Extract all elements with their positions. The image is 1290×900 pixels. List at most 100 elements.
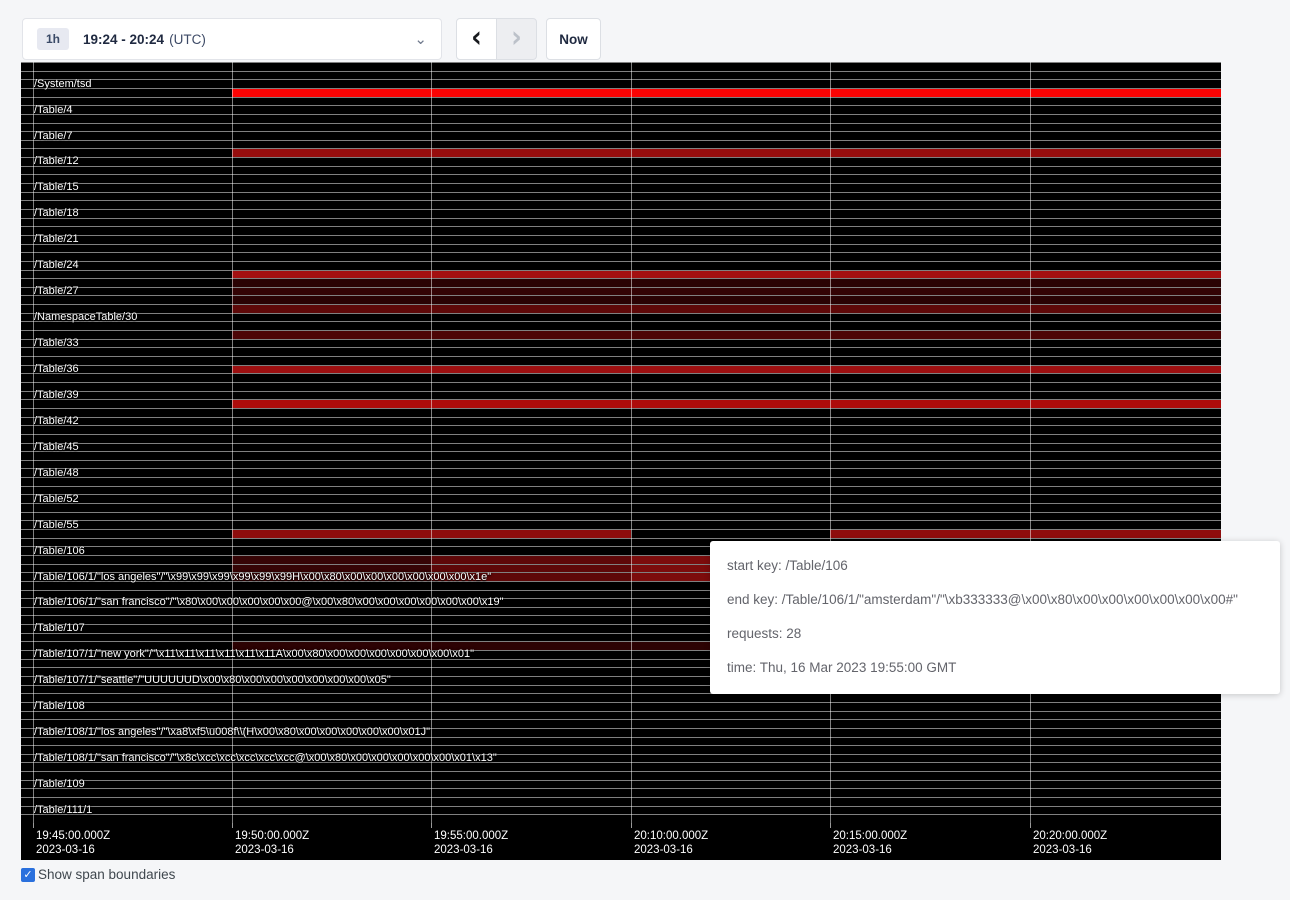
span-boundary-line bbox=[21, 434, 1221, 435]
heat-band bbox=[232, 279, 1221, 287]
chevron-left-icon: ‹ bbox=[471, 23, 482, 53]
row-label: /Table/107/1/"seattle"/"UUUUUUD\x00\x80\… bbox=[34, 674, 391, 686]
next-time-button[interactable]: › bbox=[496, 18, 537, 60]
tooltip-start-key: start key: /Table/106 bbox=[727, 549, 1263, 583]
span-boundary-line bbox=[21, 226, 1221, 227]
heat-band bbox=[232, 305, 1221, 313]
span-boundary-line bbox=[21, 814, 1221, 815]
row-label: /Table/7 bbox=[34, 130, 73, 142]
row-label: /Table/106 bbox=[34, 545, 85, 557]
span-boundary-line bbox=[21, 97, 1221, 98]
row-label: /Table/106/1/"san francisco"/"\x80\x00\x… bbox=[34, 596, 504, 608]
axis-label: 19:50:00.000Z2023-03-16 bbox=[235, 829, 309, 857]
show-span-boundaries-label[interactable]: Show span boundaries bbox=[38, 867, 175, 882]
time-gridline bbox=[631, 62, 632, 823]
heatmap-cells: /System/tsd/Table/4/Table/7/Table/12/Tab… bbox=[21, 62, 1221, 823]
heat-band bbox=[232, 288, 1221, 296]
span-boundary-line bbox=[21, 166, 1221, 167]
span-boundary-line bbox=[21, 719, 1221, 720]
span-boundary-line bbox=[21, 702, 1221, 703]
row-label: /Table/39 bbox=[34, 389, 79, 401]
heat-band bbox=[232, 149, 1221, 157]
span-boundary-line bbox=[21, 806, 1221, 807]
span-boundary-line bbox=[21, 140, 1221, 141]
row-label: /Table/12 bbox=[34, 155, 79, 167]
time-range-selector[interactable]: 1h 19:24 - 20:24 (UTC) ⌄ bbox=[22, 18, 442, 60]
row-label: /Table/33 bbox=[34, 337, 79, 349]
heat-band bbox=[232, 331, 1221, 339]
tooltip-end-key: end key: /Table/106/1/"amsterdam"/"\xb33… bbox=[727, 583, 1263, 617]
span-boundary-line bbox=[21, 460, 1221, 461]
span-boundary-line bbox=[21, 486, 1221, 487]
span-boundary-line bbox=[21, 218, 1221, 219]
row-label: /Table/108 bbox=[34, 700, 85, 712]
heat-band bbox=[232, 556, 431, 564]
row-label: /Table/4 bbox=[34, 104, 73, 116]
time-gridline bbox=[232, 62, 233, 823]
row-label: /Table/45 bbox=[34, 441, 79, 453]
row-label: /Table/48 bbox=[34, 467, 79, 479]
span-boundary-line bbox=[21, 503, 1221, 504]
span-boundary-line bbox=[21, 200, 1221, 201]
axis-tick bbox=[830, 823, 831, 828]
span-boundary-line bbox=[21, 771, 1221, 772]
span-boundary-line bbox=[21, 538, 1221, 539]
span-boundary-line bbox=[21, 252, 1221, 253]
span-boundary-line bbox=[21, 114, 1221, 115]
tooltip-requests: requests: 28 bbox=[727, 617, 1263, 651]
span-boundary-line bbox=[21, 425, 1221, 426]
span-boundary-line bbox=[21, 123, 1221, 124]
span-boundary-line bbox=[21, 391, 1221, 392]
now-button[interactable]: Now bbox=[546, 18, 601, 60]
row-label: /Table/107/1/"new york"/"\x11\x11\x11\x1… bbox=[34, 648, 474, 660]
span-boundary-line bbox=[21, 417, 1221, 418]
heatmap-chart[interactable]: /System/tsd/Table/4/Table/7/Table/12/Tab… bbox=[21, 62, 1221, 860]
key-visualizer-page: 1h 19:24 - 20:24 (UTC) ⌄ ‹ › Now /System… bbox=[0, 0, 1290, 900]
span-boundary-line bbox=[21, 62, 1221, 63]
span-boundary-line bbox=[21, 313, 1221, 314]
span-boundary-line bbox=[21, 244, 1221, 245]
chevron-right-icon: › bbox=[511, 23, 522, 53]
axis-label: 20:15:00.000Z2023-03-16 bbox=[833, 829, 907, 857]
axis-label: 20:10:00.000Z2023-03-16 bbox=[634, 829, 708, 857]
row-label: /Table/27 bbox=[34, 285, 79, 297]
row-label: /Table/55 bbox=[34, 519, 79, 531]
axis-label: 19:45:00.000Z2023-03-16 bbox=[36, 829, 110, 857]
span-boundary-line bbox=[21, 520, 1221, 521]
axis-tick bbox=[431, 823, 432, 828]
time-gridline bbox=[431, 62, 432, 823]
row-label: /Table/24 bbox=[34, 259, 79, 271]
span-boundary-line bbox=[21, 494, 1221, 495]
span-boundary-line bbox=[21, 105, 1221, 106]
prev-time-button[interactable]: ‹ bbox=[456, 18, 497, 60]
show-span-boundaries-checkbox[interactable]: ✓ bbox=[21, 868, 35, 882]
span-boundary-line bbox=[21, 382, 1221, 383]
span-boundary-line bbox=[21, 79, 1221, 80]
heat-band bbox=[232, 366, 1221, 374]
span-boundary-line bbox=[21, 347, 1221, 348]
chevron-down-icon: ⌄ bbox=[414, 32, 427, 47]
span-boundary-line bbox=[21, 451, 1221, 452]
heat-band bbox=[232, 400, 1221, 408]
row-label: /Table/106/1/"los angeles"/"\x99\x99\x99… bbox=[34, 571, 491, 583]
span-boundary-line bbox=[21, 788, 1221, 789]
span-boundary-line bbox=[21, 209, 1221, 210]
span-boundary-line bbox=[21, 321, 1221, 322]
footer: ✓ Show span boundaries bbox=[21, 867, 175, 882]
tooltip-time: time: Thu, 16 Mar 2023 19:55:00 GMT bbox=[727, 651, 1263, 685]
span-boundary-line bbox=[21, 745, 1221, 746]
span-boundary-line bbox=[21, 235, 1221, 236]
heat-band bbox=[232, 271, 1221, 279]
row-label: /Table/36 bbox=[34, 363, 79, 375]
row-label: /Table/42 bbox=[34, 415, 79, 427]
span-boundary-line bbox=[21, 131, 1221, 132]
span-boundary-line bbox=[21, 477, 1221, 478]
span-boundary-line bbox=[21, 71, 1221, 72]
axis-tick bbox=[631, 823, 632, 828]
hover-tooltip: start key: /Table/106 end key: /Table/10… bbox=[710, 541, 1280, 694]
axis-tick bbox=[232, 823, 233, 828]
row-label: /Table/18 bbox=[34, 207, 79, 219]
heat-band bbox=[431, 556, 631, 564]
span-boundary-line bbox=[21, 174, 1221, 175]
span-boundary-line bbox=[21, 339, 1221, 340]
